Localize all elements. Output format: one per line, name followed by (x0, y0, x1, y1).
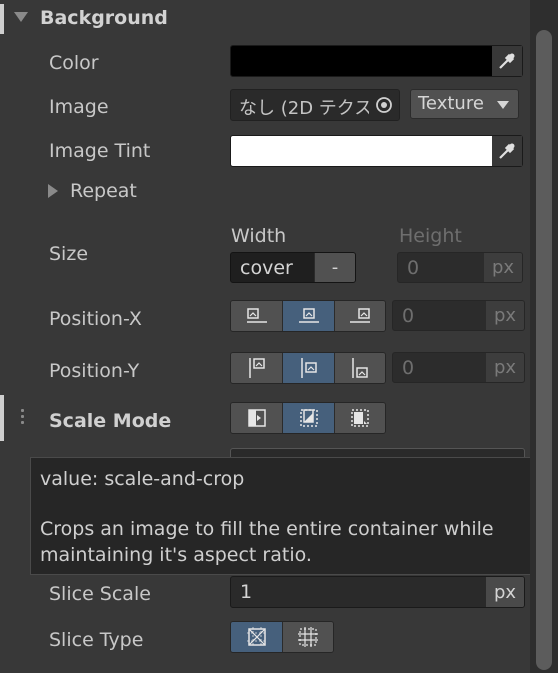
position-x-value: 0 (402, 305, 415, 327)
scale-to-fit-button[interactable] (335, 403, 385, 433)
modified-indicator (0, 395, 4, 441)
color-label: Color (49, 52, 99, 74)
repeat-label[interactable]: Repeat (70, 180, 137, 202)
eyedropper-icon[interactable] (492, 46, 522, 76)
slice-type-label: Slice Type (49, 629, 144, 651)
slice-type-button-group (230, 621, 334, 653)
tiled-icon (298, 627, 318, 647)
scale-mode-label: Scale Mode (49, 410, 172, 432)
slice-scale-field[interactable]: 1 px (230, 576, 525, 608)
repeat-foldout-icon[interactable] (48, 184, 58, 198)
size-width-field[interactable]: cover - (230, 252, 356, 283)
image-object-field[interactable]: なし (2D テクスチャ) (230, 89, 400, 121)
foldout-expanded-icon[interactable] (14, 12, 28, 22)
sliced-icon (246, 627, 267, 647)
size-keyword-button[interactable]: - (314, 253, 355, 282)
slice-scale-unit[interactable]: px (486, 577, 524, 607)
scale-to-fit-icon (351, 409, 369, 427)
align-bottom-icon (352, 358, 368, 378)
align-bottom-button[interactable] (335, 353, 385, 383)
align-top-button[interactable] (231, 353, 283, 383)
slice-tiled-button[interactable] (283, 622, 333, 652)
object-picker-icon[interactable] (369, 90, 399, 120)
size-height-field: 0 px (397, 252, 523, 283)
position-y-unit: px (486, 353, 524, 382)
eyedropper-icon[interactable] (492, 136, 522, 166)
position-y-value: 0 (402, 357, 415, 379)
scale-mode-tooltip: value: scale-and-crop Crops an image to … (30, 457, 554, 575)
position-y-field: 0 px (392, 352, 525, 383)
slice-sliced-button[interactable] (231, 622, 283, 652)
size-label: Size (49, 243, 89, 265)
scale-mode-button-group (230, 402, 386, 434)
align-center-button[interactable] (283, 301, 335, 331)
align-right-icon (350, 308, 370, 323)
slice-scale-label: Slice Scale (49, 583, 151, 605)
position-y-button-group (230, 352, 386, 384)
tooltip-description-line2: maintaining it's aspect ratio. (40, 544, 312, 566)
size-height-unit: px (484, 253, 522, 282)
slice-scale-value: 1 (240, 581, 253, 603)
selection-indicator (0, 4, 4, 34)
size-width-value: cover (240, 257, 293, 279)
position-y-label: Position-Y (49, 360, 140, 382)
stretch-to-fill-icon (247, 409, 266, 427)
dropdown-caret-icon (497, 101, 509, 109)
align-left-button[interactable] (231, 301, 283, 331)
scale-and-crop-button[interactable] (283, 403, 335, 433)
image-tint-field[interactable] (230, 135, 523, 167)
height-label: Height (399, 225, 462, 247)
position-x-button-group (230, 300, 386, 332)
color-field[interactable] (230, 45, 523, 77)
align-center-icon (298, 308, 319, 323)
image-label: Image (49, 96, 109, 118)
background-foldout-header[interactable]: Background (0, 0, 530, 38)
section-title: Background (40, 7, 168, 29)
inspector-panel: Background Color Image なし (2D テクスチャ) Tex… (0, 0, 554, 673)
align-middle-icon (300, 358, 317, 378)
position-x-label: Position-X (49, 308, 142, 330)
align-middle-button[interactable] (283, 353, 335, 383)
image-tint-label: Image Tint (49, 140, 151, 162)
scale-and-crop-icon (299, 409, 318, 427)
tooltip-value-line: value: scale-and-crop (40, 468, 245, 490)
stretch-to-fill-button[interactable] (231, 403, 283, 433)
size-height-value: 0 (407, 257, 420, 279)
position-x-unit: px (486, 301, 524, 330)
drag-handle-icon[interactable] (21, 409, 25, 427)
align-top-icon (248, 358, 265, 378)
position-x-field: 0 px (392, 300, 525, 331)
scrollbar-thumb[interactable] (536, 30, 552, 670)
tooltip-description-line1: Crops an image to fill the entire contai… (40, 518, 494, 540)
width-label: Width (231, 225, 287, 247)
align-right-button[interactable] (335, 301, 385, 331)
image-type-value: Texture (418, 93, 484, 114)
image-type-dropdown[interactable]: Texture (410, 89, 519, 119)
align-left-icon (246, 308, 267, 323)
